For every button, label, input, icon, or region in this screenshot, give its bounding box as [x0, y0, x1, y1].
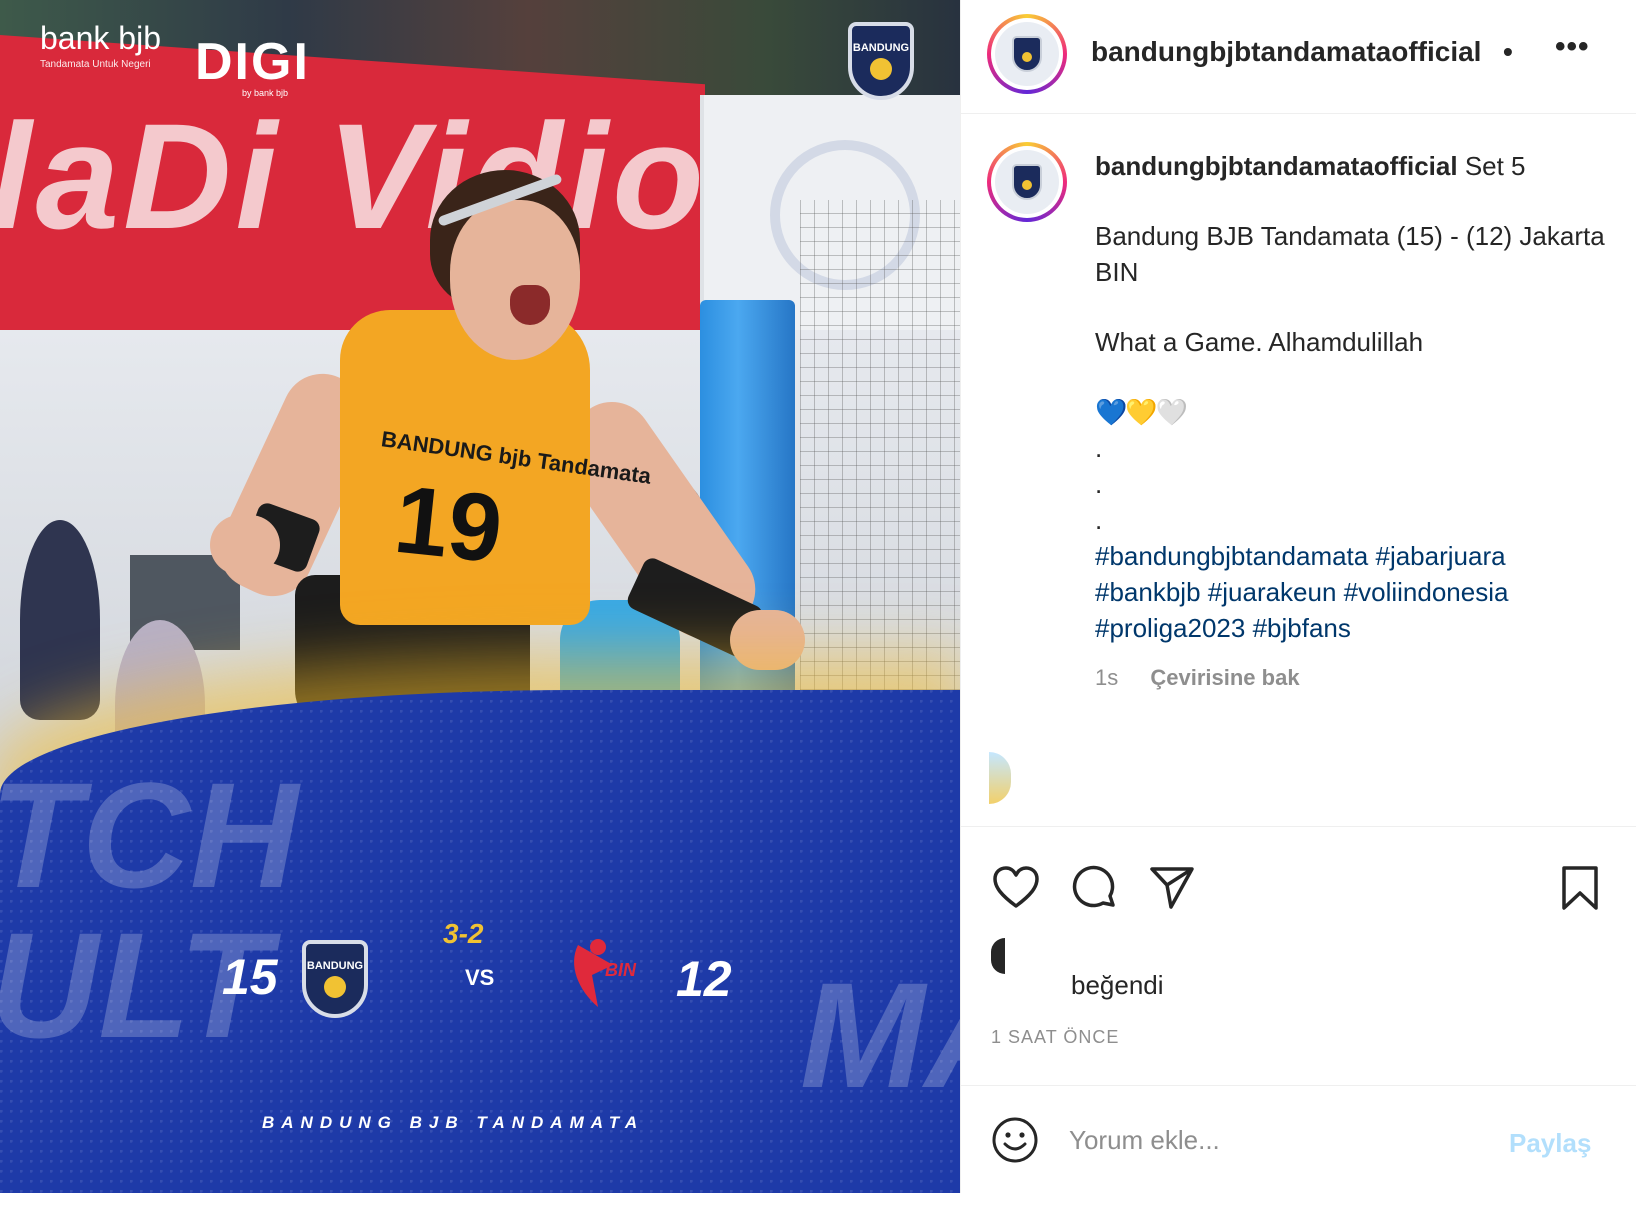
emoji-icon[interactable]: [991, 1116, 1039, 1164]
avatar-border: [991, 18, 1063, 90]
post-image[interactable]: laDi Vidio BANDUNG bjb Tandamata 19 TCH …: [0, 0, 960, 1193]
caption-line-1: Set 5: [1464, 151, 1526, 181]
bank-bjb-tagline: Tandamata Untuk Negeri: [40, 59, 151, 70]
caption-line-3: What a Game. Alhamdulillah: [1095, 327, 1424, 357]
see-translation-button[interactable]: Çevirisine bak: [1150, 665, 1299, 690]
team-crest-top: BANDUNG: [848, 22, 914, 100]
comment-icon[interactable]: [1069, 863, 1119, 913]
spectator: [20, 520, 100, 720]
bg-word-left: TCH ULT: [0, 751, 299, 1069]
likes-text[interactable]: beğendi: [1071, 970, 1164, 1001]
heart-icon[interactable]: [991, 863, 1041, 913]
home-team-crest: BANDUNG: [302, 940, 368, 1018]
caption-hearts: 💙💛🤍: [1095, 397, 1188, 427]
comment-avatar-partial[interactable]: [989, 752, 1011, 804]
caption-time: 1s: [1095, 665, 1119, 690]
jersey-number: 19: [389, 465, 508, 584]
set-score: 3-2: [443, 918, 484, 949]
more-options-icon[interactable]: •••: [1555, 30, 1590, 64]
volleyball-icon: [870, 58, 892, 80]
volleyball-icon: [324, 976, 346, 998]
avatar-image: [995, 150, 1059, 214]
caption-hashtags: #bandungbjbtandamata #jabarjuara #bankbj…: [1095, 538, 1615, 646]
caption-dot: .: [1095, 469, 1103, 499]
caption-line-2: Bandung BJB Tandamata (15) - (12) Jakart…: [1095, 221, 1605, 287]
hashtag-link[interactable]: #proliga2023: [1095, 613, 1245, 643]
caption-dot: .: [1095, 433, 1103, 463]
header-avatar[interactable]: [987, 14, 1067, 94]
bg-word-right: MAT: [800, 951, 960, 1119]
likes-avatar-partial[interactable]: [991, 938, 1005, 974]
header-username[interactable]: bandungbjbtandamataofficial: [1091, 36, 1481, 68]
player-fist-left: [210, 515, 280, 575]
hashtag-link[interactable]: #bandungbjbtandamata: [1095, 541, 1368, 571]
comment-input[interactable]: [1069, 1118, 1469, 1162]
away-score: 12: [676, 951, 732, 1007]
digi-tagline: by bank bjb: [242, 88, 289, 98]
post-caption: bandungbjbtandamataofficial Set 5 Bandun…: [1095, 148, 1615, 646]
team-footer: BANDUNG BJB TANDAMATA: [262, 1113, 645, 1132]
away-team-logo-text: BIN: [605, 960, 636, 980]
hashtag-link[interactable]: #bjbfans: [1253, 613, 1351, 643]
bookmark-icon[interactable]: [1555, 863, 1605, 913]
post-comment-button[interactable]: Paylaş: [1509, 1128, 1591, 1159]
vs-label: VS: [465, 965, 495, 990]
player-mouth: [510, 285, 550, 325]
team-crest-text: BANDUNG: [852, 42, 910, 54]
bank-bjb-logo: bank bjb Tandamata Untuk Negeri: [40, 20, 161, 70]
team-crest-icon: [1012, 36, 1042, 72]
send-icon[interactable]: [1147, 863, 1197, 913]
hashtag-link[interactable]: #juarakeun: [1208, 577, 1337, 607]
hashtag-link[interactable]: #bankbjb: [1095, 577, 1201, 607]
player-fist-right: [730, 610, 805, 670]
hashtag-link[interactable]: #voliindonesia: [1344, 577, 1509, 607]
post-header: bandungbjbtandamataofficial • •••: [961, 0, 1636, 114]
caption-dot: .: [1095, 505, 1103, 535]
bank-bjb-name: bank bjb: [40, 20, 161, 56]
header-separator-dot: •: [1503, 36, 1513, 67]
caption-username[interactable]: bandungbjbtandamataofficial: [1095, 151, 1458, 181]
post-sidebar: bandungbjbtandamataofficial • ••• bandun…: [960, 0, 1636, 1193]
home-score: 15: [222, 949, 278, 1005]
home-crest-text: BANDUNG: [306, 960, 364, 972]
comment-bar: Paylaş: [961, 1085, 1636, 1193]
team-crest-icon: [1012, 164, 1042, 200]
caption-avatar[interactable]: [987, 142, 1067, 222]
avatar-border: [991, 146, 1063, 218]
player-face: [450, 200, 580, 360]
action-bar: [961, 826, 1636, 926]
avatar-image: [995, 22, 1059, 86]
post-timestamp[interactable]: 1 SAAT ÖNCE: [991, 1027, 1119, 1048]
hashtag-link[interactable]: #jabarjuara: [1375, 541, 1505, 571]
digi-logo: DIGI: [195, 33, 310, 91]
caption-meta: 1s Çevirisine bak: [1095, 665, 1300, 691]
